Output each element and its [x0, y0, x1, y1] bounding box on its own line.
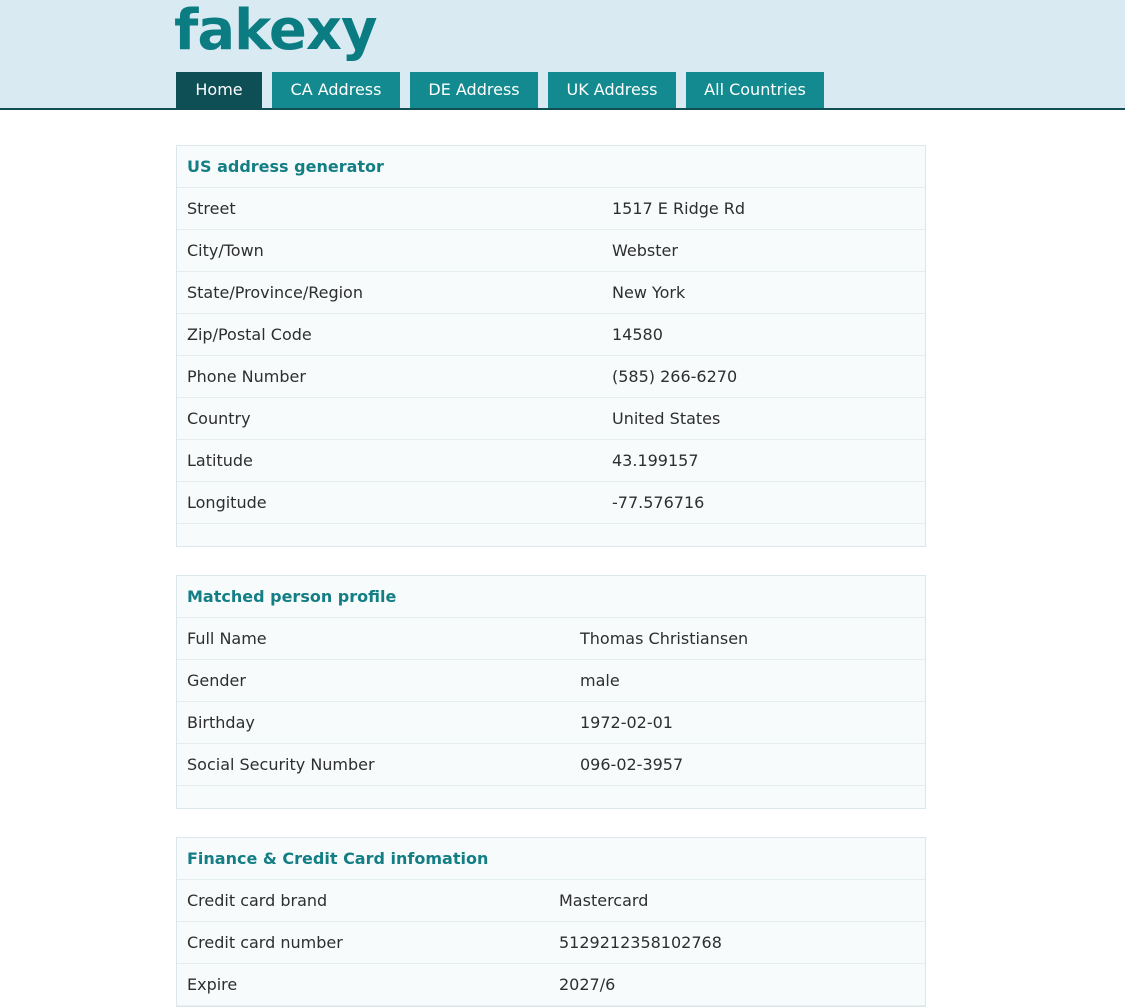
row-label: Birthday — [187, 713, 255, 732]
finance-panel: Finance & Credit Card infomation Credit … — [176, 837, 926, 1007]
table-row: Zip/Postal Code 14580 — [177, 314, 925, 356]
table-row: Birthday 1972-02-01 — [177, 702, 925, 744]
row-label: Zip/Postal Code — [187, 325, 312, 344]
site-logo[interactable]: fakexy — [174, 0, 377, 64]
table-row: Phone Number (585) 266-6270 — [177, 356, 925, 398]
table-row: Expire 2027/6 — [177, 964, 925, 1006]
finance-panel-title: Finance & Credit Card infomation — [177, 838, 925, 880]
nav-tab-all-countries[interactable]: All Countries — [686, 72, 824, 108]
row-value: 1517 E Ridge Rd — [612, 199, 746, 218]
table-row: State/Province/Region New York — [177, 272, 925, 314]
person-panel-title: Matched person profile — [177, 576, 925, 618]
row-value: 1972-02-01 — [580, 713, 673, 732]
row-value: Webster — [612, 241, 678, 260]
row-value: New York — [612, 283, 686, 302]
row-value: -77.576716 — [612, 493, 705, 512]
row-value: 43.199157 — [612, 451, 699, 470]
main-nav: Home CA Address DE Address UK Address Al… — [176, 72, 834, 108]
table-row: Full Name Thomas Christiansen — [177, 618, 925, 660]
row-label: Country — [187, 409, 251, 428]
row-value: 096-02-3957 — [580, 755, 684, 774]
row-value: Thomas Christiansen — [580, 629, 749, 648]
row-label: Street — [187, 199, 236, 218]
row-label: Credit card number — [187, 933, 343, 952]
row-label: Social Security Number — [187, 755, 375, 774]
nav-tab-uk-address[interactable]: UK Address — [548, 72, 676, 108]
nav-tab-de-address[interactable]: DE Address — [410, 72, 538, 108]
row-label: City/Town — [187, 241, 264, 260]
nav-tab-ca-address[interactable]: CA Address — [272, 72, 400, 108]
row-label: Full Name — [187, 629, 267, 648]
person-panel: Matched person profile Full Name Thomas … — [176, 575, 926, 809]
row-label: Gender — [187, 671, 246, 690]
row-value: male — [580, 671, 620, 690]
table-row: Social Security Number 096-02-3957 — [177, 744, 925, 786]
row-value: (585) 266-6270 — [612, 367, 738, 386]
row-label: State/Province/Region — [187, 283, 363, 302]
row-value: 14580 — [612, 325, 663, 344]
table-row: Credit card brand Mastercard — [177, 880, 925, 922]
row-value: Mastercard — [559, 891, 649, 910]
table-row: Gender male — [177, 660, 925, 702]
address-panel: US address generator Street 1517 E Ridge… — [176, 145, 926, 547]
nav-tab-home[interactable]: Home — [176, 72, 262, 108]
table-row: Country United States — [177, 398, 925, 440]
table-row: Latitude 43.199157 — [177, 440, 925, 482]
table-row: Street 1517 E Ridge Rd — [177, 188, 925, 230]
row-label: Longitude — [187, 493, 267, 512]
table-row: City/Town Webster — [177, 230, 925, 272]
row-value: United States — [612, 409, 721, 428]
address-panel-title: US address generator — [177, 146, 925, 188]
row-label: Credit card brand — [187, 891, 328, 910]
row-label: Latitude — [187, 451, 253, 470]
site-header: fakexy Home CA Address DE Address UK Add… — [0, 0, 1125, 110]
table-row: Credit card number 5129212358102768 — [177, 922, 925, 964]
panel-footer — [177, 786, 925, 808]
row-label: Phone Number — [187, 367, 306, 386]
panel-footer — [177, 524, 925, 546]
table-row: Longitude -77.576716 — [177, 482, 925, 524]
row-value: 5129212358102768 — [559, 933, 722, 952]
